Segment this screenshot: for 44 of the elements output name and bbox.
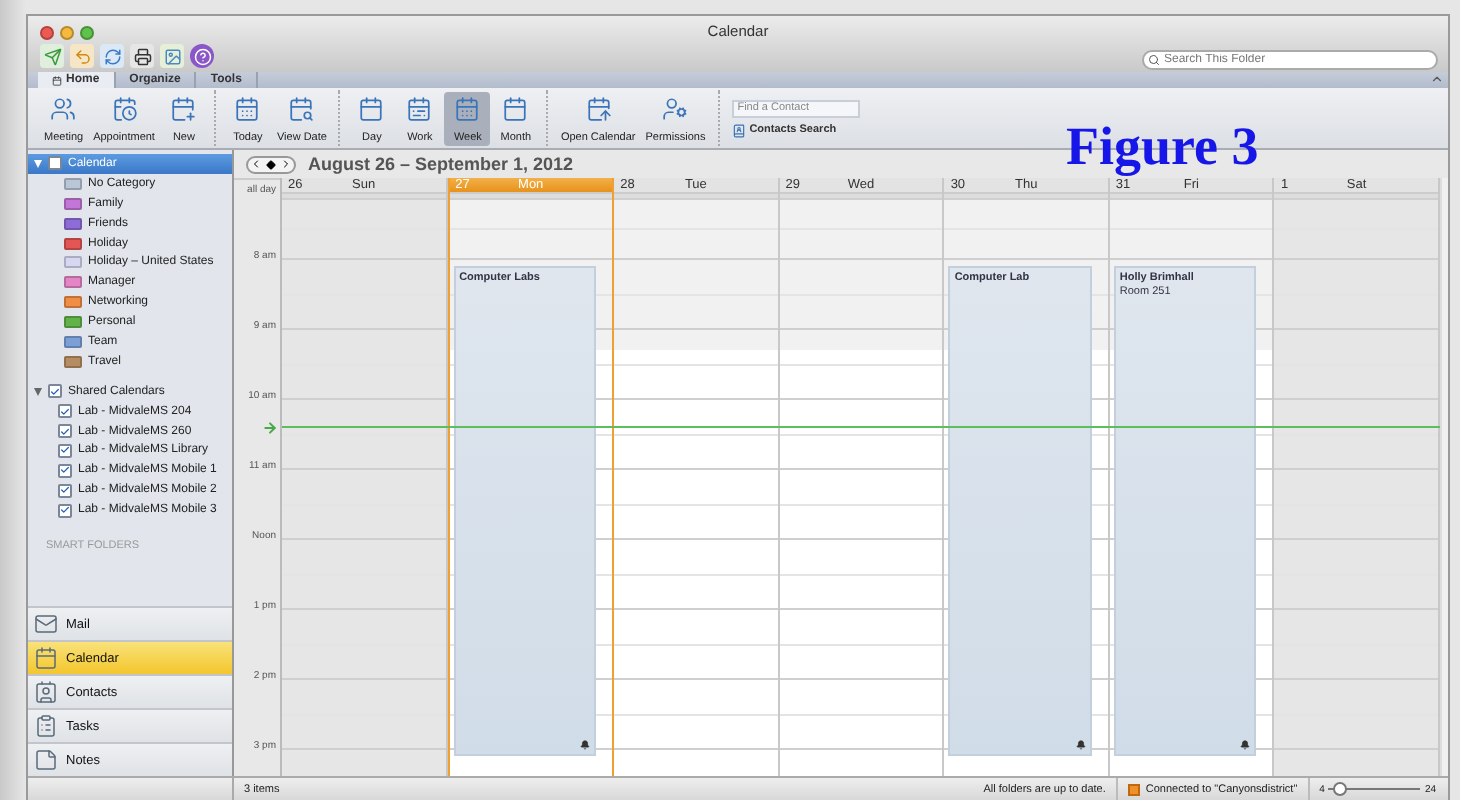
search-icon: [1148, 54, 1160, 66]
date-range-title: August 26 – September 1, 2012: [308, 154, 574, 174]
collapse-icon[interactable]: [1430, 72, 1444, 86]
next-button[interactable]: [278, 157, 294, 171]
calendar-icon: [288, 95, 315, 121]
checkbox[interactable]: [58, 443, 72, 458]
minimize-button[interactable]: [60, 25, 74, 39]
note-icon: [34, 748, 58, 772]
calendar-icon: [406, 95, 433, 121]
refresh-icon[interactable]: [100, 44, 124, 68]
checkbox[interactable]: [58, 424, 72, 439]
calendar-icon: [34, 646, 58, 670]
clipboard-icon: [34, 714, 58, 738]
calendar-icon: [111, 95, 138, 121]
slider-thumb[interactable]: [1332, 782, 1347, 796]
contact-card-icon: [34, 680, 58, 704]
checkbox[interactable]: [58, 404, 72, 419]
address-book-icon: [731, 123, 746, 137]
user-gear-icon: [662, 95, 689, 121]
checkbox[interactable]: [58, 483, 72, 498]
current-time-arrow-icon: [262, 420, 278, 436]
checkbox[interactable]: [48, 384, 62, 399]
help-icon[interactable]: [190, 44, 214, 68]
calendar-icon: [52, 75, 62, 85]
figure-label: Figure 3: [1066, 120, 1259, 174]
calendar-icon: [358, 95, 385, 121]
send-receive-icon[interactable]: [40, 44, 64, 68]
close-button[interactable]: [40, 25, 54, 39]
calendar-icon: [170, 95, 197, 121]
today-button[interactable]: [264, 157, 278, 171]
calendar-icon: [585, 95, 612, 121]
calendar-icon: [234, 95, 261, 121]
calendar-icon: [454, 95, 481, 121]
previous-button[interactable]: [248, 157, 264, 171]
people-icon: [50, 95, 77, 121]
zoom-button[interactable]: [80, 25, 94, 39]
calendar-icon: [502, 95, 529, 121]
checkbox[interactable]: [58, 463, 72, 478]
print-icon[interactable]: [130, 44, 154, 68]
connection-icon: [1127, 783, 1140, 795]
envelope-icon: [34, 612, 58, 636]
undo-icon[interactable]: [70, 44, 94, 68]
checkbox[interactable]: [58, 503, 72, 518]
checkbox[interactable]: [48, 156, 62, 171]
